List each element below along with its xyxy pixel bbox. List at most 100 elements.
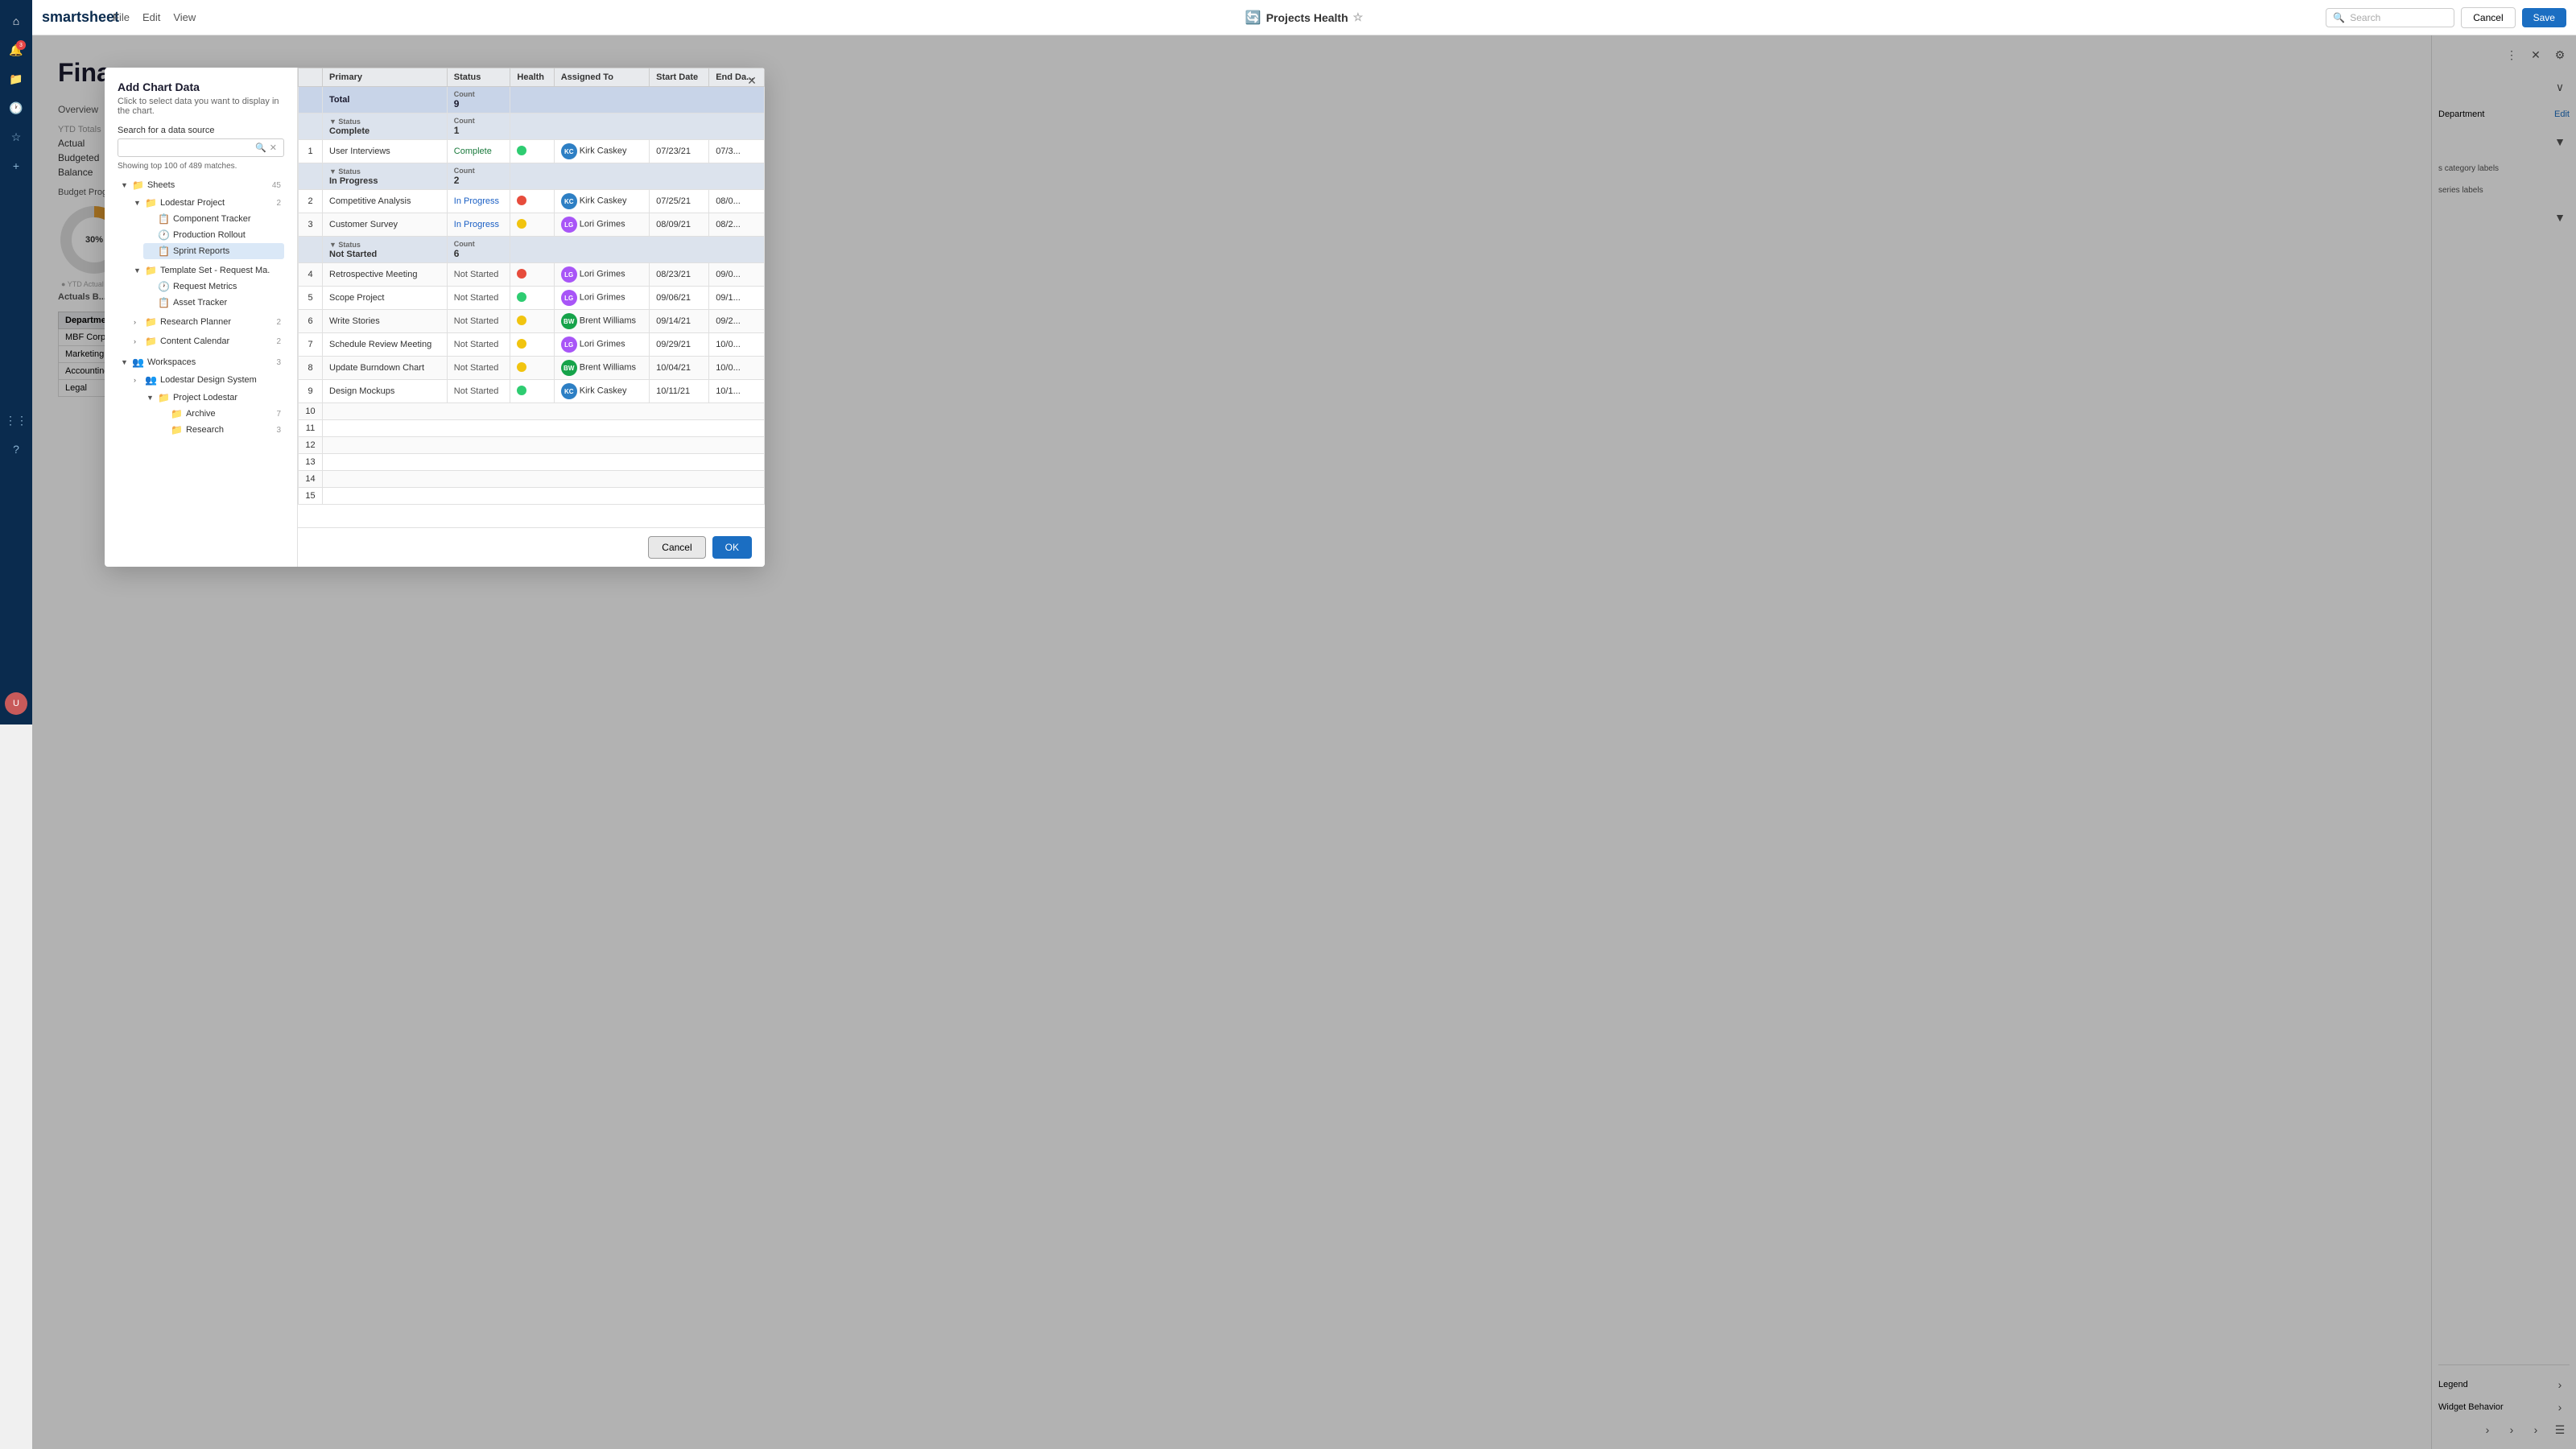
data-source-tree: ▼ 📁 Sheets 45 ▼ 📁 Lodestar P xyxy=(118,175,284,443)
sidebar-history-icon[interactable]: 🕐 xyxy=(5,97,27,119)
archive-label: Archive xyxy=(186,409,273,419)
row-num-8: 8 xyxy=(299,357,323,380)
archive-row[interactable]: 📁 Archive 7 xyxy=(156,406,284,422)
status-cell: In Progress xyxy=(447,190,510,213)
start-date-cell: 09/29/21 xyxy=(650,333,709,357)
tree-project-lodestar: ▼ 📁 Project Lodestar 📁 xyxy=(143,388,284,440)
primary-cell: Write Stories xyxy=(323,310,448,333)
folder-icon: 📁 xyxy=(158,392,170,403)
chart-data-panel: Add Chart Data Click to select data you … xyxy=(105,68,298,567)
clear-input-icon[interactable]: ✕ xyxy=(270,142,277,153)
request-metrics-row[interactable]: 🕐 Request Metrics xyxy=(143,279,284,295)
cancel-top-button[interactable]: Cancel xyxy=(2461,7,2515,28)
assigned-cell: LG Lori Grimes xyxy=(554,213,649,237)
row-num xyxy=(299,87,323,114)
component-tracker-row[interactable]: 📋 Component Tracker xyxy=(143,211,284,227)
row-num-3: 3 xyxy=(299,213,323,237)
lodestar-design-row[interactable]: › 👥 Lodestar Design System xyxy=(130,372,284,388)
assigned-cell: LG Lori Grimes xyxy=(554,333,649,357)
sidebar-help-icon[interactable]: ? xyxy=(5,438,27,460)
health-cell xyxy=(510,213,554,237)
sheet-icon: 📋 xyxy=(158,246,170,257)
primary-cell: Update Burndown Chart xyxy=(323,357,448,380)
template-set-label: Template Set - Request Ma. xyxy=(160,266,281,275)
chevron-down-icon: ▼ xyxy=(147,394,155,402)
assigned-cell: LG Lori Grimes xyxy=(554,263,649,287)
sheets-count: 45 xyxy=(272,181,281,190)
request-metrics-label: Request Metrics xyxy=(173,282,281,291)
research-planner-row[interactable]: › 📁 Research Planner 2 xyxy=(130,314,284,330)
research-planner-count: 2 xyxy=(276,318,281,327)
sidebar-notification-icon[interactable]: 🔔 3 xyxy=(5,39,27,61)
assigned-cell: KC Kirk Caskey xyxy=(554,140,649,163)
primary-column-header: Primary xyxy=(323,68,448,87)
start-date-cell: 08/09/21 xyxy=(650,213,709,237)
lodestar-project-label: Lodestar Project xyxy=(160,198,273,208)
start-date-cell: 10/04/21 xyxy=(650,357,709,380)
complete-status-label: ▼ Status Complete xyxy=(323,114,448,140)
project-lodestar-row[interactable]: ▼ 📁 Project Lodestar xyxy=(143,390,284,406)
assigned-cell: LG Lori Grimes xyxy=(554,287,649,310)
sidebar-star-icon[interactable]: ☆ xyxy=(5,126,27,148)
search-data-input-wrapper[interactable]: 🔍 ✕ xyxy=(118,138,284,157)
sidebar-add-icon[interactable]: + xyxy=(5,155,27,177)
chevron-right-icon: › xyxy=(134,376,142,384)
health-cell xyxy=(510,263,554,287)
lodestar-design-label: Lodestar Design System xyxy=(160,375,281,385)
search-data-label: Search for a data source xyxy=(118,126,284,135)
nav-view[interactable]: View xyxy=(173,11,196,23)
sprint-reports-row[interactable]: 📋 Sprint Reports xyxy=(143,243,284,259)
avatar[interactable]: U xyxy=(5,692,27,715)
health-cell xyxy=(510,380,554,403)
table-row-empty: 12 xyxy=(299,437,765,454)
primary-cell: Customer Survey xyxy=(323,213,448,237)
project-lodestar-label: Project Lodestar xyxy=(173,393,281,402)
sidebar-folder-icon[interactable]: 📁 xyxy=(5,68,27,90)
chevron-right-icon: › xyxy=(134,337,142,345)
template-set-row[interactable]: ▼ 📁 Template Set - Request Ma. xyxy=(130,262,284,279)
ok-button[interactable]: OK xyxy=(712,536,752,559)
search-data-input-field[interactable] xyxy=(125,143,252,153)
tree-content-calendar: › 📁 Content Calendar 2 xyxy=(130,332,284,351)
table-row-empty: 13 xyxy=(299,454,765,471)
end-date-cell: 10/1... xyxy=(709,380,765,403)
matches-text: Showing top 100 of 489 matches. xyxy=(118,162,284,171)
workspaces-header[interactable]: ▼ 👥 Workspaces 3 xyxy=(118,354,284,370)
cancel-button[interactable]: Cancel xyxy=(648,536,705,559)
primary-cell: Retrospective Meeting xyxy=(323,263,448,287)
nav-edit[interactable]: Edit xyxy=(142,11,160,23)
status-cell: In Progress xyxy=(447,213,510,237)
health-cell xyxy=(510,140,554,163)
status-cell: Not Started xyxy=(447,263,510,287)
spreadsheet-table: Primary Status Health Assigned To Start … xyxy=(298,68,765,505)
total-label: Total xyxy=(323,87,448,114)
production-rollout-row[interactable]: 🕐 Production Rollout xyxy=(143,227,284,243)
lodestar-project-row[interactable]: ▼ 📁 Lodestar Project 2 xyxy=(130,195,284,211)
save-top-button[interactable]: Save xyxy=(2522,8,2566,27)
sheets-label: Sheets xyxy=(147,180,269,190)
assigned-cell: BW Brent Williams xyxy=(554,357,649,380)
asset-tracker-row[interactable]: 📋 Asset Tracker xyxy=(143,295,284,311)
search-box[interactable]: 🔍 Search xyxy=(2326,8,2454,27)
inprogress-count-cell: Count 2 xyxy=(447,163,510,190)
modal-overlay: Add Chart Data Click to select data you … xyxy=(32,35,2576,1449)
sidebar-apps-icon[interactable]: ⋮⋮ xyxy=(5,409,27,431)
table-row: 3 Customer Survey In Progress LG Lori Gr… xyxy=(299,213,765,237)
tree-sheets-header[interactable]: ▼ 📁 Sheets 45 xyxy=(118,177,284,193)
favorite-star-icon[interactable]: ☆ xyxy=(1353,10,1364,24)
template-children: 🕐 Request Metrics 📋 Asset Tracker xyxy=(130,279,284,311)
start-date-cell: 09/06/21 xyxy=(650,287,709,310)
nav-file[interactable]: File xyxy=(113,11,130,23)
chevron-down-icon: ▼ xyxy=(134,199,142,207)
content-calendar-row[interactable]: › 📁 Content Calendar 2 xyxy=(130,333,284,349)
modal-close-button[interactable]: ✕ xyxy=(744,72,760,89)
sidebar-home-icon[interactable]: ⌂ xyxy=(5,10,27,32)
end-date-cell: 10/0... xyxy=(709,333,765,357)
notstarted-count-cell: Count 6 xyxy=(447,237,510,263)
archive-count: 7 xyxy=(276,410,281,419)
research-row[interactable]: 📁 Research 3 xyxy=(156,422,284,438)
row-num xyxy=(299,163,323,190)
spreadsheet-scroll-area[interactable]: Primary Status Health Assigned To Start … xyxy=(298,68,765,531)
start-date-cell: 07/23/21 xyxy=(650,140,709,163)
total-count-cell: Count 9 xyxy=(447,87,510,114)
